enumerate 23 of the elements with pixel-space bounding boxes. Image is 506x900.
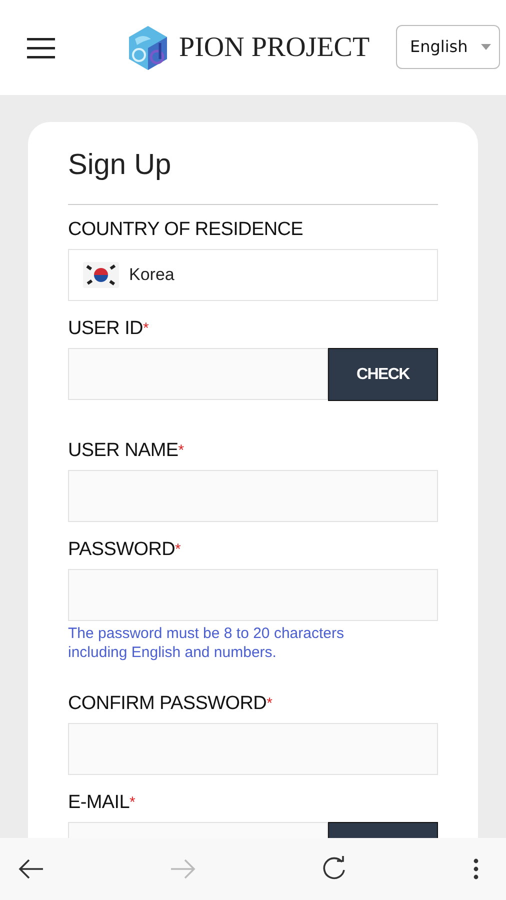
- input-field[interactable]: [68, 470, 438, 522]
- brand-name: PION PROJECT: [179, 32, 370, 64]
- flag-icon: [83, 262, 119, 288]
- input-field[interactable]: [68, 569, 438, 621]
- field-label: USER NAME*: [68, 439, 185, 463]
- field-label: USER ID*: [68, 317, 150, 341]
- field-label: PASSWORD*: [68, 538, 182, 562]
- form-title: Sign Up: [68, 148, 172, 182]
- field-label: COUNTRY OF RESIDENCE: [68, 218, 304, 242]
- logo-icon: [127, 24, 169, 70]
- more-options-icon[interactable]: [472, 858, 479, 880]
- field-label: CONFIRM PASSWORD*: [68, 692, 274, 716]
- input-field[interactable]: [68, 348, 328, 400]
- reload-icon[interactable]: [321, 856, 348, 882]
- back-arrow-icon[interactable]: [18, 859, 44, 879]
- field-label: E-MAIL*: [68, 791, 136, 815]
- dropdown-arrow-icon: [481, 44, 491, 50]
- menu-icon[interactable]: [27, 36, 55, 58]
- action-button[interactable]: CHECK: [328, 348, 438, 401]
- country-field[interactable]: Korea: [68, 249, 438, 301]
- input-field[interactable]: [68, 723, 438, 775]
- language-select[interactable]: English: [396, 24, 500, 68]
- password-hint: The password must be 8 to 20 characters including English and numbers.: [68, 624, 345, 662]
